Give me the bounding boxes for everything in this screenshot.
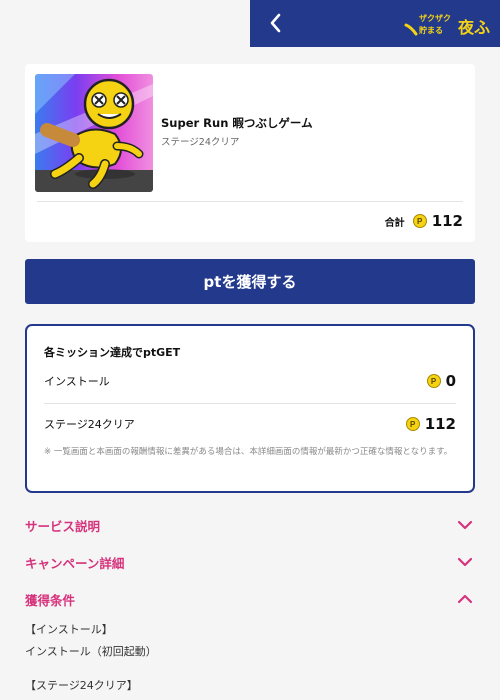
accordion-service-description[interactable]: サービス説明: [25, 514, 475, 536]
chevron-down-icon: [457, 520, 473, 530]
divider: [37, 201, 463, 202]
accordion-conditions[interactable]: 獲得条件: [25, 588, 475, 610]
mission-points: 112: [424, 415, 456, 433]
total-points: 合計 P 112: [385, 212, 463, 230]
game-title: Super Run 暇つぶしゲーム: [161, 116, 313, 130]
svg-text:夜ふ: 夜ふ: [457, 18, 490, 37]
mission-label: インストール: [44, 375, 110, 388]
mission-label: ステージ24クリア: [44, 418, 135, 431]
top-bar: ザクザク 貯まる 夜ふ: [250, 0, 500, 47]
svg-text:貯まる: 貯まる: [419, 25, 443, 35]
point-coin-icon: P: [426, 374, 441, 388]
mission-note: ※ 一覧画面と本画面の報酬情報に差異がある場合は、本詳細画面の情報が最新かつ正確…: [44, 447, 453, 457]
total-value: 112: [431, 212, 463, 230]
accordion-campaign-details[interactable]: キャンペーン詳細: [25, 551, 475, 573]
get-points-button[interactable]: ptを獲得する: [25, 259, 475, 304]
mission-box: 各ミッション達成でptGET インストール P 0 ステージ24クリア P 11…: [25, 324, 475, 493]
total-label: 合計: [384, 217, 405, 229]
mission-title: 各ミッション達成でptGET: [44, 346, 181, 359]
condition-heading: 【ステージ24クリア】: [25, 679, 138, 692]
mission-row: ステージ24クリア P 112: [44, 415, 456, 433]
accordion-title: サービス説明: [25, 518, 101, 534]
point-coin-icon: P: [412, 214, 427, 228]
chevron-up-icon: [457, 594, 473, 604]
chevron-left-icon[interactable]: [264, 11, 288, 35]
point-coin-icon: P: [405, 417, 420, 431]
game-subtitle: ステージ24クリア: [161, 137, 240, 148]
mission-points: 0: [445, 372, 456, 390]
svg-text:ザクザク: ザクザク: [419, 13, 451, 23]
divider: [44, 403, 456, 404]
accordion-title: 獲得条件: [25, 592, 76, 608]
game-thumbnail: [35, 74, 153, 192]
chevron-down-icon: [457, 557, 473, 567]
accordion-title: キャンペーン詳細: [25, 555, 125, 571]
game-card: Super Run 暇つぶしゲーム ステージ24クリア 合計 P 112: [25, 64, 475, 242]
condition-heading: 【インストール】: [25, 623, 113, 636]
condition-text: インストール（初回起動）: [25, 645, 157, 658]
mission-row: インストール P 0: [44, 372, 456, 390]
brand-logo: ザクザク 貯まる 夜ふ: [404, 13, 490, 37]
